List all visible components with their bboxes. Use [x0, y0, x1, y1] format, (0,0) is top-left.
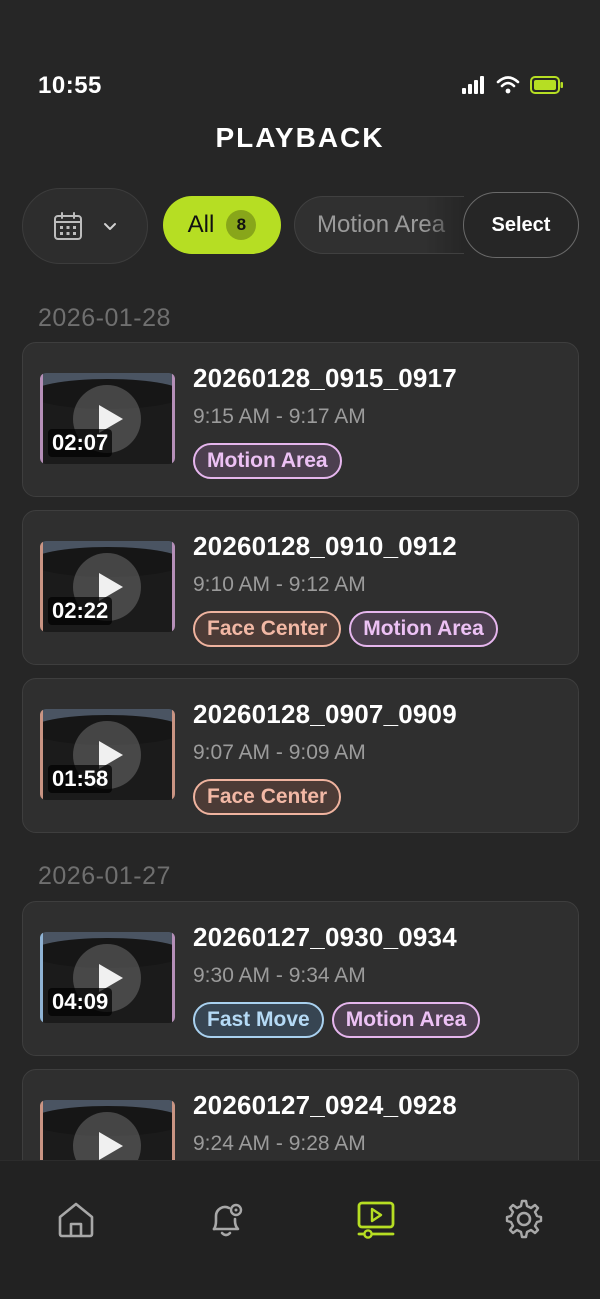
- clip-time-range: 9:07 AM - 9:09 AM: [193, 741, 366, 764]
- clip-time-range: 9:30 AM - 9:34 AM: [193, 964, 366, 987]
- filter-row: All 8 Motion Area Select: [0, 186, 600, 266]
- tag-motion-area: Motion Area: [331, 1002, 481, 1038]
- clip-title: 20260127_0924_0928: [193, 1090, 457, 1120]
- status-time: 10:55: [38, 72, 102, 99]
- clip-card[interactable]: 02:22 20260128_0910_0912 9:10 AM - 9:12 …: [22, 510, 579, 665]
- battery-icon: [530, 76, 563, 94]
- filter-chip-motion-area[interactable]: Motion Area: [294, 196, 464, 254]
- status-bar: 10:55: [0, 0, 600, 110]
- gear-icon: [505, 1199, 543, 1239]
- tag-face-center: Face Center: [193, 779, 342, 815]
- select-button[interactable]: Select: [463, 192, 579, 258]
- clip-title: 20260128_0907_0909: [193, 699, 457, 729]
- tag-fast-move: Fast Move: [193, 1002, 324, 1038]
- clip-time-range: 9:10 AM - 9:12 AM: [193, 573, 366, 596]
- signal-icon: [462, 76, 484, 94]
- home-icon: [58, 1202, 94, 1238]
- clip-duration: 02:22: [48, 597, 113, 625]
- clip-card[interactable]: 04:09 20260127_0930_0934 9:30 AM - 9:34 …: [22, 901, 579, 1056]
- clip-duration: 01:58: [48, 765, 113, 793]
- clip-title: 20260128_0910_0912: [193, 531, 457, 561]
- nav-playback[interactable]: [354, 1197, 398, 1241]
- clip-title: 20260127_0930_0934: [193, 922, 457, 952]
- date-picker-button[interactable]: [22, 188, 148, 264]
- nav-alerts[interactable]: [204, 1197, 248, 1241]
- wifi-icon: [496, 76, 520, 94]
- clip-duration: 02:07: [48, 429, 113, 457]
- calendar-icon: [54, 212, 82, 240]
- tag-motion-area: Motion Area: [193, 443, 342, 479]
- clip-tags: Face Center Motion Area: [193, 611, 498, 647]
- clip-card[interactable]: 02:07 20260128_0915_0917 9:15 AM - 9:17 …: [22, 342, 579, 497]
- filter-chip-label: All: [187, 211, 215, 238]
- playback-icon: [357, 1201, 395, 1239]
- filter-chip-all[interactable]: All 8: [163, 196, 281, 254]
- tag-motion-area: Motion Area: [349, 611, 498, 647]
- filter-chip-label: Motion Area: [317, 211, 446, 238]
- clip-duration: 04:09: [48, 988, 113, 1016]
- clip-time-range: 9:15 AM - 9:17 AM: [193, 405, 366, 428]
- bottom-nav: [0, 1160, 600, 1299]
- date-header: 2026-01-28: [38, 304, 171, 332]
- nav-home[interactable]: [54, 1197, 98, 1241]
- nav-settings[interactable]: [502, 1197, 546, 1241]
- clip-tags: Fast Move Motion Area: [193, 1002, 481, 1038]
- tag-face-center: Face Center: [193, 611, 342, 647]
- filter-chip-count: 8: [226, 210, 257, 240]
- clip-time-range: 9:24 AM - 9:28 AM: [193, 1132, 366, 1155]
- clip-thumbnail[interactable]: 02:07: [40, 373, 175, 464]
- clip-card[interactable]: 01:58 20260128_0907_0909 9:07 AM - 9:09 …: [22, 678, 579, 833]
- status-icons: [462, 76, 564, 94]
- clip-tags: Face Center: [193, 779, 342, 815]
- clip-tags: Motion Area: [193, 443, 342, 479]
- date-header: 2026-01-27: [38, 862, 171, 890]
- page-title: PLAYBACK: [215, 122, 385, 153]
- clip-title: 20260128_0915_0917: [193, 363, 457, 393]
- bell-alert-icon: [212, 1203, 243, 1237]
- clip-thumbnail[interactable]: 04:09: [40, 932, 175, 1023]
- clip-thumbnail[interactable]: 01:58: [40, 709, 175, 800]
- clip-thumbnail[interactable]: 02:22: [40, 541, 175, 632]
- chevron-down-icon: [104, 223, 116, 230]
